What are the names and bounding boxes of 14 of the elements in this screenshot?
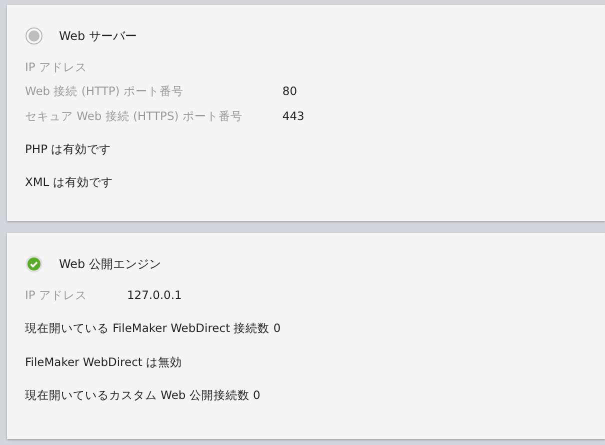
field-label: Web 接続 (HTTP) ポート番号: [25, 83, 184, 100]
section-title: Web サーバー: [59, 28, 137, 45]
field-value: 80: [282, 83, 298, 100]
field-value: 127.0.0.1: [126, 287, 182, 304]
field-label: IP アドレス: [25, 59, 88, 76]
section-title: Web 公開エンジン: [59, 256, 161, 273]
status-text: 現在開いているカスタム Web 公開接続数 0: [25, 386, 262, 404]
field-label: IP アドレス: [25, 287, 87, 304]
status-text: XML は有効です: [25, 174, 114, 191]
status-text: FileMaker WebDirect は無効: [25, 354, 184, 370]
status-text: PHP は有効です: [25, 140, 112, 158]
field-label: セキュア Web 接続 (HTTPS) ポート番号: [25, 108, 242, 124]
status-text: 現在開いている FileMaker WebDirect 接続数 0: [25, 320, 282, 338]
field-value: 443: [282, 108, 304, 124]
